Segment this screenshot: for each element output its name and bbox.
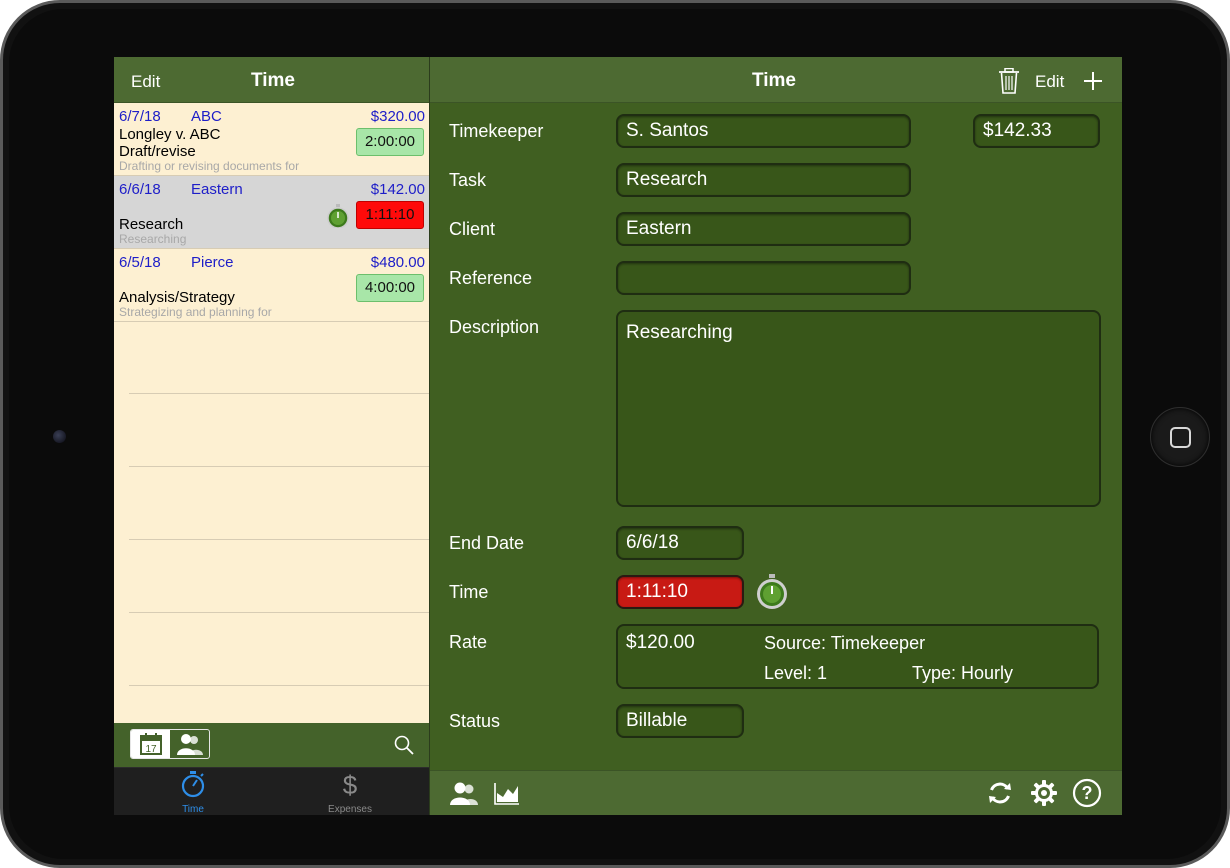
entry-duration[interactable]: 2:00:00 (356, 128, 424, 156)
task-field[interactable]: Research (616, 163, 911, 197)
stopwatch-icon[interactable] (327, 204, 349, 228)
list-separator (129, 393, 429, 394)
task-label: Task (449, 170, 487, 190)
svg-text:17: 17 (145, 744, 157, 755)
rate-value: $120.00 (626, 632, 695, 653)
list-separator (129, 539, 429, 540)
entry-date: 6/6/18 (119, 181, 161, 198)
sync-icon[interactable] (987, 780, 1013, 806)
list-separator (129, 612, 429, 613)
timekeeper-label: Timekeeper (449, 121, 544, 141)
person-icon (176, 734, 203, 755)
dollar-icon: $ (343, 770, 358, 800)
entry-duration-running[interactable]: 1:11:10 (356, 201, 424, 229)
client-field[interactable]: Eastern (616, 212, 911, 246)
entry-description: Strategizing and planning for (119, 305, 272, 319)
home-button[interactable] (1150, 407, 1210, 467)
rate-level: Level: 1 (764, 663, 828, 683)
entry-client: Eastern (191, 181, 243, 198)
chart-icon[interactable] (494, 781, 520, 805)
people-icon[interactable] (449, 780, 479, 806)
tab-time[interactable]: Time (133, 770, 253, 815)
rate-label: Rate (449, 632, 488, 652)
tab-expenses-label: Expenses (328, 804, 372, 815)
status-label: Status (449, 711, 501, 731)
view-segmented-control: 17 (130, 729, 210, 759)
time-label: Time (449, 582, 489, 602)
screen: Edit Time 6/7/18 ABC $320.00 Longley v. … (114, 57, 1122, 815)
gear-icon[interactable] (1030, 779, 1058, 807)
tab-expenses[interactable]: $ Expenses (290, 770, 410, 815)
entry-amount: $320.00 (370, 108, 425, 125)
entry-task: Analysis/Strategy (119, 289, 235, 306)
entry-task: Research (119, 216, 184, 233)
timekeeper-field[interactable]: S. Santos (616, 114, 911, 148)
entries-pane: Edit Time 6/7/18 ABC $320.00 Longley v. … (114, 57, 429, 815)
entry-matter: Longley v. ABC (119, 126, 221, 143)
left-nav-title: Time (251, 70, 296, 91)
description-label: Description (449, 317, 540, 337)
list-separator (129, 685, 429, 686)
ipad-frame: Edit Time 6/7/18 ABC $320.00 Longley v. … (0, 0, 1230, 868)
amount-field: $142.33 (973, 114, 1100, 148)
entry-amount: $142.00 (370, 181, 425, 198)
reference-field[interactable] (616, 261, 911, 295)
calendar-icon: 17 (139, 733, 162, 755)
trash-icon[interactable] (998, 68, 1020, 94)
entry-row-selected[interactable]: 6/6/18 Eastern $142.00 Research Research… (114, 176, 429, 249)
left-nav-bar: Edit Time (114, 57, 429, 103)
search-icon[interactable] (393, 734, 415, 756)
tab-bar: Time $ Expenses (114, 767, 429, 815)
rate-field[interactable]: $120.00 Source: Timekeeper Level: 1 Type… (616, 624, 1099, 689)
detail-edit-button[interactable]: Edit (1035, 72, 1064, 92)
tab-time-label: Time (182, 804, 204, 815)
help-icon[interactable]: ? (1072, 778, 1102, 808)
status-field[interactable]: Billable (616, 704, 744, 738)
end-date-field[interactable]: 6/6/18 (616, 526, 744, 560)
description-field[interactable]: Researching (616, 310, 1101, 507)
calendar-view-segment[interactable]: 17 (131, 730, 170, 758)
svg-text:$: $ (343, 770, 358, 798)
left-toolbar: 17 (114, 723, 429, 767)
entry-row[interactable]: 6/7/18 ABC $320.00 Longley v. ABC Draft/… (114, 103, 429, 176)
detail-title: Time (752, 70, 797, 91)
list-separator (129, 466, 429, 467)
entry-client: ABC (191, 108, 222, 125)
entry-task: Draft/revise (119, 143, 196, 160)
rate-source: Source: Timekeeper (764, 633, 926, 653)
stopwatch-tab-icon (181, 771, 205, 798)
front-camera (53, 430, 66, 443)
entry-date: 6/7/18 (119, 108, 161, 125)
client-label: Client (449, 219, 496, 239)
right-nav-bar: Time Edit (430, 57, 1122, 103)
entry-description: Researching (119, 232, 187, 246)
reference-label: Reference (449, 268, 533, 288)
detail-toolbar: ? (430, 770, 1122, 815)
entry-client: Pierce (191, 254, 234, 271)
rate-type: Type: Hourly (912, 663, 1014, 683)
people-view-segment[interactable] (170, 730, 209, 758)
svg-text:?: ? (1082, 783, 1093, 803)
entry-duration[interactable]: 4:00:00 (356, 274, 424, 302)
detail-pane: Time Edit Timekeeper S. Santos $142.33 T… (430, 57, 1122, 815)
entry-date: 6/5/18 (119, 254, 161, 271)
entry-row[interactable]: 6/5/18 Pierce $480.00 Analysis/Strategy … (114, 249, 429, 322)
end-date-label: End Date (449, 533, 525, 553)
entry-description: Drafting or revising documents for (119, 159, 300, 173)
plus-icon[interactable] (1083, 71, 1103, 91)
entry-amount: $480.00 (370, 254, 425, 271)
left-edit-button[interactable]: Edit (131, 72, 160, 92)
time-field[interactable]: 1:11:10 (616, 575, 744, 609)
stopwatch-icon[interactable] (755, 574, 789, 610)
